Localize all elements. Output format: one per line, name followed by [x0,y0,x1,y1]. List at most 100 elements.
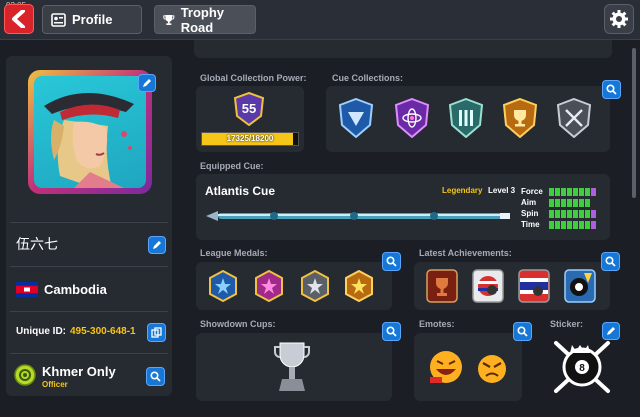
cue-stat-segment [591,187,596,196]
league-medals-label: League Medals: [200,248,268,258]
divider [10,311,168,312]
cue-stat-label: Spin [521,209,539,218]
cambodia-flag-icon [16,282,38,297]
copy-id-button[interactable] [147,323,166,342]
search-icon [386,326,397,337]
cue-stat-row: Time [521,219,597,230]
cue-stat-segment [549,187,554,196]
blue-shield-icon[interactable] [338,98,374,138]
silver-cup-icon[interactable] [274,339,310,395]
tab-trophy-road[interactable]: Trophy Road [154,5,256,35]
cue-stat-segment [561,187,566,196]
cue-stat-segment [561,198,566,207]
club-role: Officer [42,380,68,389]
pink-star-medal-icon[interactable] [254,270,284,302]
cue-stat-segment [573,220,578,229]
top-bar: 02:05 Profile Trophy Road [0,0,640,40]
cue-stat-segment [573,187,578,196]
silver-star-medal-icon[interactable] [300,270,330,302]
cue-stat-segment [585,220,590,229]
edit-sticker-button[interactable] [602,322,620,340]
sticker-label: Sticker: [550,319,584,329]
eight-ball-swords-sticker-icon[interactable]: 8 [550,337,616,397]
cue-stat-label: Time [521,220,540,229]
tab-profile[interactable]: Profile [42,5,142,34]
thailand-flag-achievement-icon[interactable] [518,269,550,303]
copy-icon [151,327,162,338]
unique-id-value: 495-300-648-1 [70,326,136,337]
svg-text:8: 8 [579,363,585,374]
cue-stat-segment [549,220,554,229]
equipped-cue-label: Equipped Cue: [200,161,264,171]
cue-stat-segment [567,198,572,207]
emotes-label: Emotes: [419,319,455,329]
league-medals-search-button[interactable] [382,252,401,271]
sticker-card: 8 [546,333,622,401]
eight-ball-achievement-icon[interactable] [564,269,596,303]
tab-profile-label: Profile [72,12,113,27]
showdown-cups-search-button[interactable] [382,322,401,341]
divider [10,266,168,267]
cue-stat-segment [561,209,566,218]
collection-power-card: 55 17325/18200 [196,86,304,152]
edit-name-button[interactable] [148,236,166,254]
avatar-character-image [44,92,134,188]
back-button[interactable] [4,4,34,34]
blue-star-medal-icon[interactable] [208,270,238,302]
teal-column-shield-icon[interactable] [448,98,484,138]
cue-collections-search-button[interactable] [602,80,621,99]
search-icon [517,326,528,337]
gear-icon [610,10,628,28]
laughing-emote-icon[interactable] [426,347,466,387]
cue-stat-segment [585,209,590,218]
emotes-search-button[interactable] [513,322,532,341]
emotes-card [414,333,522,401]
scrollbar[interactable] [632,48,636,198]
cue-stat-segment [549,209,554,218]
angry-emote-icon[interactable] [474,351,510,387]
chevron-left-icon [12,10,25,28]
avatar [28,70,152,194]
cue-stat-segment [591,220,596,229]
cue-stat-segment [555,198,560,207]
cue-rarity: Legendary [442,186,483,195]
unique-id-label: Unique ID: [16,326,66,337]
cue-stat-segment [555,209,560,218]
gold-star-medal-icon[interactable] [344,270,374,302]
silver-swords-shield-icon[interactable] [556,98,592,138]
cue-stat-segment [567,209,572,218]
progress-text: 17325/18200 [226,134,274,143]
latest-achievements-card [414,262,610,310]
player-panel: 伍六七 Cambodia Unique ID: 495-300-648-1 Kh… [6,56,172,396]
cue-stat-segment [555,187,560,196]
cue-stat-segment [585,187,590,196]
cue-stat-segment [567,220,572,229]
player-name: 伍六七 [16,236,58,252]
equipped-cue-card[interactable]: Atlantis Cue Legendary Level 3 Force Aim S… [196,174,610,240]
red-trophy-achievement-icon[interactable] [426,269,458,303]
cue-collections-label: Cue Collections: [332,73,404,83]
cue-stat-row: Force [521,186,597,197]
view-club-button[interactable] [146,367,165,386]
id-card-icon [51,12,66,27]
pencil-icon [153,241,161,249]
cue-name: Atlantis Cue [205,184,276,198]
cue-level: Level 3 [488,186,516,195]
cue-stat-segment [579,209,584,218]
pencil-icon [607,327,615,335]
search-icon [386,256,397,267]
club-crest-icon [14,364,36,386]
flag-circle-achievement-icon[interactable] [472,269,504,303]
edit-avatar-button[interactable] [138,74,156,92]
latest-achievements-search-button[interactable] [601,252,620,271]
purple-atom-shield-icon[interactable] [394,98,430,138]
divider [10,353,168,354]
cue-stat-segment [585,198,590,207]
cue-stat-segment [591,209,596,218]
cue-stat-segment [573,209,578,218]
country-name: Cambodia [44,282,107,297]
cue-stat-segment [555,220,560,229]
gold-trophy-shield-icon[interactable] [502,98,538,138]
settings-button[interactable] [604,4,634,34]
cue-stat-segment [549,198,554,207]
